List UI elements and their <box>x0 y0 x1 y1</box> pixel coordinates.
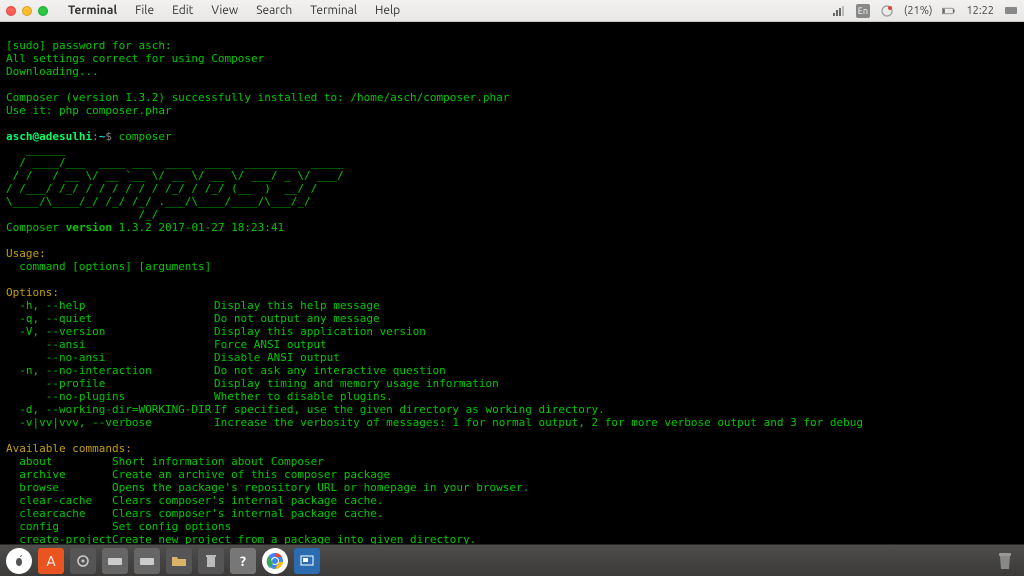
command-row: browseOpens the package's repository URL… <box>6 481 562 494</box>
disk2-icon[interactable] <box>134 548 160 574</box>
chrome-icon[interactable] <box>262 548 288 574</box>
usage-body: command [options] [arguments] <box>6 260 211 273</box>
settings-icon[interactable] <box>70 548 96 574</box>
option-row: --ansiForce ANSI output <box>6 338 863 351</box>
option-row: --no-pluginsWhether to disable plugins. <box>6 390 863 403</box>
command-row: clearcacheClears composer's internal pac… <box>6 507 562 520</box>
minimize-icon[interactable] <box>22 6 32 16</box>
option-row: --no-ansiDisable ANSI output <box>6 351 863 364</box>
command-row: configSet config options <box>6 520 562 533</box>
option-row: -v|vv|vvv, --verboseIncrease the verbosi… <box>6 416 863 429</box>
version-line: Composer version 1.3.2 2017-01-27 18:23:… <box>6 221 284 234</box>
sudo-line: [sudo] password for asch: <box>6 39 172 52</box>
maximize-icon[interactable] <box>38 6 48 16</box>
option-row: -h, --helpDisplay this help message <box>6 299 863 312</box>
commands-list: aboutShort information about Composer ar… <box>6 455 562 544</box>
window-controls <box>6 6 48 16</box>
option-row: -d, --working-dir=WORKING-DIRIf specifie… <box>6 403 863 416</box>
installed-line: Composer (version 1.3.2) successfully in… <box>6 91 509 104</box>
option-row: -n, --no-interactionDo not ask any inter… <box>6 364 863 377</box>
command-row: archiveCreate an archive of this compose… <box>6 468 562 481</box>
close-icon[interactable] <box>6 6 16 16</box>
menubar: Terminal File Edit View Search Terminal … <box>0 0 1024 22</box>
options-head: Options: <box>6 286 59 299</box>
session-icon[interactable] <box>1004 4 1018 18</box>
menu-terminal[interactable]: Terminal <box>302 4 365 17</box>
downloading-line: Downloading... <box>6 65 99 78</box>
usage-head: Usage: <box>6 247 46 260</box>
network-icon[interactable] <box>832 4 846 18</box>
folder-icon[interactable] <box>166 548 192 574</box>
menu-help[interactable]: Help <box>367 4 408 17</box>
option-row: --profileDisplay timing and memory usage… <box>6 377 863 390</box>
options-list: -h, --helpDisplay this help message -q, … <box>6 299 863 429</box>
trash-right-icon[interactable] <box>992 548 1018 574</box>
status-area: En (21%) 12:22 <box>832 4 1018 18</box>
prompt-line: asch@adesulhi:~$ composer <box>6 130 172 143</box>
files-icon[interactable]: A <box>38 548 64 574</box>
composer-ascii: ______ / ____/___ ____ ___ ____ ____ ___… <box>6 143 344 221</box>
command-row: clear-cacheClears composer's internal pa… <box>6 494 562 507</box>
keyboard-lang[interactable]: En <box>856 4 870 18</box>
terminal[interactable]: [sudo] password for asch: All settings c… <box>0 22 1024 544</box>
disk1-icon[interactable] <box>102 548 128 574</box>
option-row: -q, --quietDo not output any message <box>6 312 863 325</box>
commands-head: Available commands: <box>6 442 132 455</box>
trash-icon[interactable] <box>198 548 224 574</box>
clock: 12:22 <box>966 5 994 17</box>
taskbar: A ? <box>0 544 1024 576</box>
settings-line: All settings correct for using Composer <box>6 52 264 65</box>
menu-view[interactable]: View <box>203 4 246 17</box>
menu-search[interactable]: Search <box>248 4 300 17</box>
notify-icon[interactable] <box>880 4 894 18</box>
use-it-line: Use it: php composer.phar <box>6 104 172 117</box>
battery-percent: (21%) <box>904 5 933 17</box>
apple-icon[interactable] <box>6 548 32 574</box>
option-row: -V, --versionDisplay this application ve… <box>6 325 863 338</box>
help-icon[interactable]: ? <box>230 548 256 574</box>
command-row: aboutShort information about Composer <box>6 455 562 468</box>
app-name[interactable]: Terminal <box>60 4 125 17</box>
screenshot-icon[interactable] <box>294 548 320 574</box>
menu-file[interactable]: File <box>127 4 162 17</box>
command-row: create-projectCreate new project from a … <box>6 533 562 544</box>
battery-icon[interactable] <box>942 4 956 18</box>
menu-edit[interactable]: Edit <box>164 4 201 17</box>
